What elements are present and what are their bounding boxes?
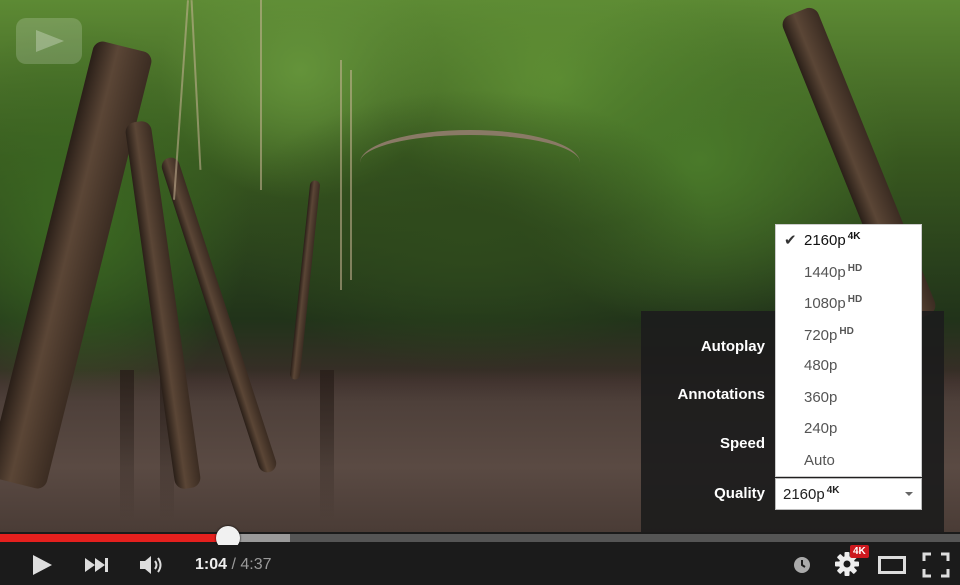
fullscreen-icon[interactable] (922, 552, 950, 578)
annotations-label[interactable]: Annotations (678, 386, 766, 403)
volume-icon[interactable] (138, 553, 168, 577)
time-separator: / (231, 556, 236, 573)
channel-watermark-logo[interactable] (14, 16, 84, 66)
quality-option-1080p[interactable]: 1080p HD (804, 294, 862, 312)
quality-option-720p[interactable]: 720p HD (804, 326, 854, 344)
next-icon[interactable] (84, 556, 110, 574)
current-time: 1:04 (195, 556, 228, 573)
autoplay-label[interactable]: Autoplay (701, 338, 765, 355)
quality-dropdown: ✔ 2160p 4K 1440p HD 1080p HD 720p HD 480p 36… (775, 224, 922, 477)
quality-select[interactable]: 2160p 4K (775, 478, 922, 510)
quality-option-360p[interactable]: 360p (804, 389, 837, 406)
play-icon[interactable] (30, 553, 54, 577)
duration: 4:37 (240, 556, 272, 573)
time-display: 1:04 / 4:37 (195, 556, 272, 574)
quality-select-value: 2160p 4K (783, 485, 840, 503)
quality-option-480p[interactable]: 480p (804, 357, 837, 374)
quality-option-auto[interactable]: Auto (804, 452, 835, 469)
watch-later-icon[interactable] (793, 556, 811, 574)
quality-label: Quality (714, 485, 765, 502)
quality-option-1440p[interactable]: 1440p HD (804, 263, 862, 281)
quality-badge: 4K (850, 545, 869, 558)
speed-label[interactable]: Speed (720, 435, 765, 452)
theater-mode-icon[interactable] (878, 556, 906, 574)
chevron-down-icon (905, 492, 913, 496)
progress-played (0, 534, 228, 542)
quality-option-2160p[interactable]: 2160p 4K (804, 231, 861, 249)
checkmark-icon: ✔ (784, 232, 797, 249)
quality-option-240p[interactable]: 240p (804, 420, 837, 437)
